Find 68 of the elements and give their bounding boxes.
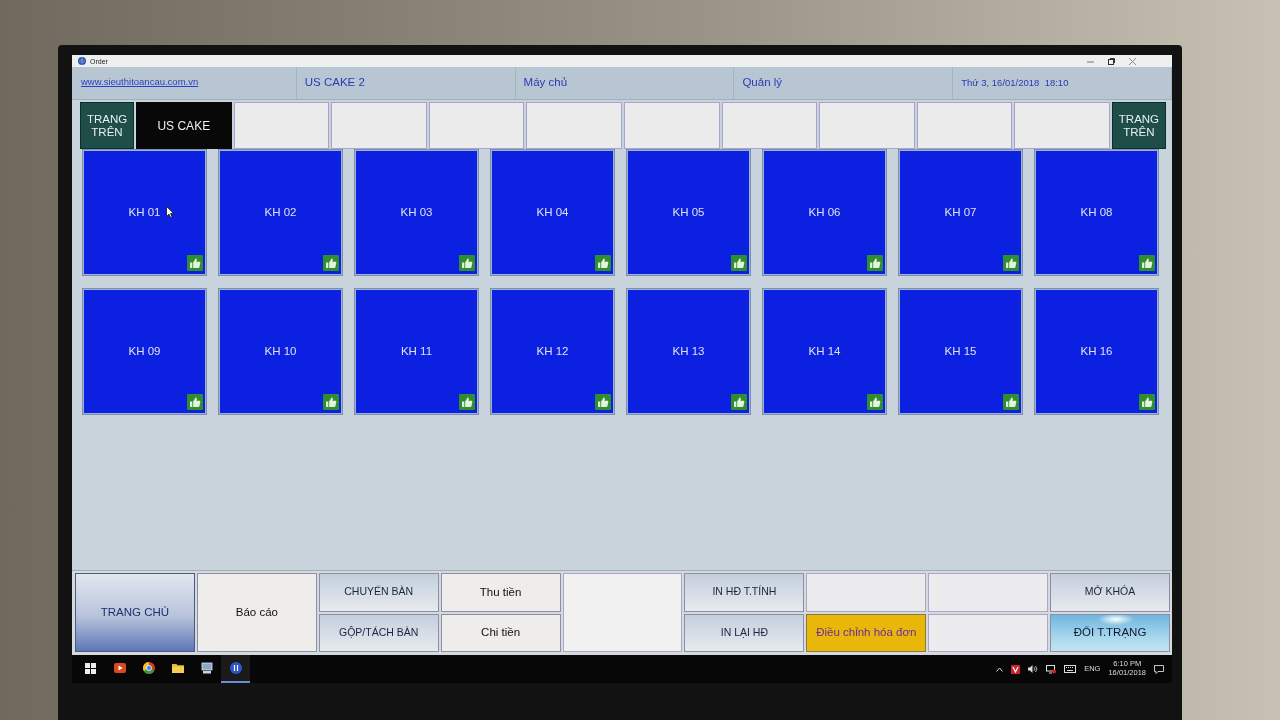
close-icon[interactable] bbox=[1129, 57, 1136, 65]
action-button[interactable]: CHUYỂN BÀN bbox=[318, 573, 439, 612]
table-tile[interactable]: KH 01 bbox=[83, 150, 206, 275]
thumbs-up-icon bbox=[1139, 255, 1155, 271]
circle-app-icon bbox=[229, 662, 242, 674]
table-tile[interactable]: KH 14 bbox=[763, 289, 886, 414]
tray-app-icon[interactable] bbox=[1011, 664, 1021, 674]
header-text: US CAKE 2 bbox=[304, 75, 365, 91]
action-button[interactable]: TRANG CHỦ bbox=[75, 573, 195, 652]
page-up-button[interactable]: TRANG TRÊN bbox=[1111, 102, 1166, 149]
thumbs-up-icon bbox=[323, 255, 339, 271]
thumbs-up-icon bbox=[1003, 394, 1019, 410]
action-button[interactable]: Điều chỉnh hóa đơn bbox=[806, 613, 927, 652]
table-tile[interactable]: KH 02 bbox=[219, 150, 342, 275]
table-tile[interactable]: KH 12 bbox=[491, 289, 614, 414]
mouse-pointer-icon bbox=[166, 206, 174, 218]
taskbar-app-button[interactable] bbox=[221, 655, 250, 683]
restore-icon[interactable] bbox=[1108, 57, 1115, 65]
play-icon bbox=[113, 662, 126, 674]
thumbs-up-icon bbox=[1139, 394, 1155, 410]
table-tile[interactable]: KH 06 bbox=[763, 150, 886, 275]
action-button[interactable]: IN HĐ T.TÍNH bbox=[684, 573, 805, 612]
table-tile[interactable]: KH 10 bbox=[219, 289, 342, 414]
website-link[interactable]: www.sieuthitoancau.com.vn bbox=[81, 76, 199, 87]
thumbs-up-icon bbox=[595, 394, 611, 410]
keyboard-icon[interactable] bbox=[1064, 665, 1077, 673]
action-button[interactable]: IN LẠI HĐ bbox=[684, 613, 805, 652]
action-button[interactable]: Báo cáo bbox=[196, 573, 317, 652]
app-globe-icon bbox=[78, 57, 86, 65]
action-button[interactable]: Chi tiền bbox=[440, 613, 561, 652]
header-text: Máy chủ bbox=[523, 75, 568, 91]
network-icon[interactable] bbox=[1046, 664, 1057, 674]
thumbs-up-icon bbox=[1003, 255, 1019, 271]
area-tab[interactable]: US CAKE bbox=[136, 102, 232, 149]
table-tile[interactable]: KH 15 bbox=[899, 289, 1022, 414]
table-tile[interactable]: KH 13 bbox=[627, 289, 750, 414]
thumbs-up-icon bbox=[867, 255, 883, 271]
browser-icon bbox=[142, 662, 155, 674]
table-tile[interactable]: KH 04 bbox=[491, 150, 614, 275]
thumbs-up-icon bbox=[459, 255, 475, 271]
windows-logo-icon bbox=[85, 662, 96, 674]
page-up-button[interactable]: TRANG TRÊN bbox=[80, 102, 134, 149]
table-tile[interactable]: KH 07 bbox=[899, 150, 1022, 275]
action-button[interactable]: GỘP/TÁCH BÀN bbox=[318, 613, 439, 652]
thumbs-up-icon bbox=[595, 255, 611, 271]
speaker-icon[interactable] bbox=[1028, 665, 1039, 673]
thumbs-up-icon bbox=[731, 255, 747, 271]
table-tile[interactable]: KH 05 bbox=[627, 150, 750, 275]
header-text: Quản lý bbox=[742, 75, 783, 91]
thumbs-up-icon bbox=[459, 394, 475, 410]
table-tile[interactable]: KH 03 bbox=[355, 150, 478, 275]
thumbs-up-icon bbox=[323, 394, 339, 410]
table-tile[interactable]: KH 09 bbox=[83, 289, 206, 414]
header-text: Thứ 3, 16/01/2018 18:10 bbox=[961, 75, 1069, 90]
thumbs-up-icon bbox=[187, 255, 203, 271]
table-tile[interactable]: KH 08 bbox=[1035, 150, 1158, 275]
notification-icon[interactable] bbox=[1154, 664, 1164, 674]
table-tile[interactable]: KH 11 bbox=[355, 289, 478, 414]
action-button[interactable]: MỞ KHÓA bbox=[1050, 573, 1170, 612]
table-tile[interactable]: KH 16 bbox=[1035, 289, 1158, 414]
action-button[interactable]: Thu tiền bbox=[440, 573, 561, 612]
thumbs-up-icon bbox=[731, 394, 747, 410]
folder-icon bbox=[171, 662, 184, 674]
thumbs-up-icon bbox=[187, 394, 203, 410]
action-button[interactable]: ĐỔI T.TRẠNG bbox=[1050, 613, 1170, 652]
thumbs-up-icon bbox=[867, 394, 883, 410]
chevron-up-icon[interactable] bbox=[996, 666, 1004, 672]
computer-icon bbox=[200, 662, 213, 674]
